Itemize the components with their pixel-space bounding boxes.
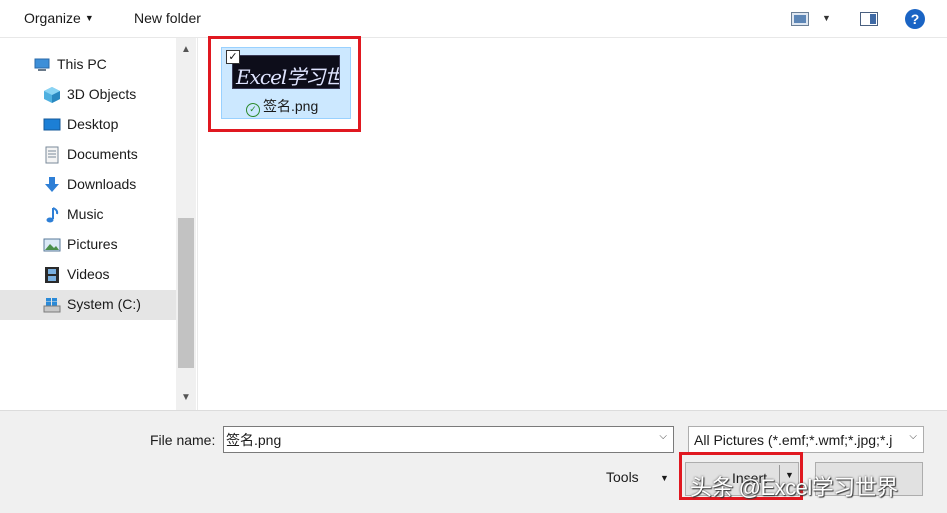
nav-item-label: This PC (57, 56, 107, 72)
organize-label: Organize (24, 10, 81, 26)
scroll-up-icon[interactable]: ▲ (176, 40, 196, 60)
documents-icon (45, 146, 59, 164)
tools-button[interactable]: Tools (606, 469, 639, 485)
nav-item-3d-objects[interactable]: 3D Objects (0, 80, 176, 110)
downloads-icon (45, 177, 59, 192)
nav-item-label: System (C:) (67, 296, 141, 312)
nav-item-documents[interactable]: Documents (0, 140, 176, 170)
nav-item-system-c[interactable]: System (C:) (0, 290, 176, 320)
nav-item-this-pc[interactable]: This PC (0, 50, 176, 80)
nav-item-label: Pictures (67, 236, 118, 252)
scrollbar-thumb[interactable] (178, 218, 194, 368)
file-name-input[interactable] (226, 430, 646, 450)
toolbar: Organize ▼ New folder ▼ ? (0, 0, 947, 38)
nav-item-label: Downloads (67, 176, 137, 192)
this-pc-icon (34, 58, 50, 71)
file-name-field-label: File name: (150, 432, 216, 448)
nav-item-music[interactable]: Music (0, 200, 176, 230)
file-name-combobox[interactable]: ⌵ (223, 426, 674, 453)
nav-item-videos[interactable]: Videos (0, 260, 176, 290)
navigation-pane: This PC 3D Objects Desktop Documents Dow… (0, 38, 176, 410)
new-folder-button[interactable]: New folder (134, 10, 201, 26)
file-type-filter-value: All Pictures (*.emf;*.wmf;*.jpg;*.j (694, 432, 893, 448)
help-icon[interactable]: ? (905, 9, 925, 29)
nav-item-label: 3D Objects (67, 86, 137, 102)
change-view-icon[interactable] (791, 12, 809, 26)
nav-item-desktop[interactable]: Desktop (0, 110, 176, 140)
nav-item-label: Music (67, 206, 104, 222)
scroll-down-icon[interactable]: ▼ (176, 388, 196, 408)
tools-chevron-down-icon[interactable]: ▼ (660, 473, 669, 483)
preview-pane-icon[interactable] (860, 12, 878, 26)
music-icon (46, 207, 59, 223)
nav-item-label: Desktop (67, 116, 119, 132)
nav-item-label: Videos (67, 266, 110, 282)
videos-icon (45, 267, 59, 283)
highlight-box-file (208, 36, 361, 132)
file-type-filter[interactable]: All Pictures (*.emf;*.wmf;*.jpg;*.j ⌵ (688, 426, 924, 453)
chevron-down-icon[interactable]: ⌵ (906, 431, 917, 442)
pictures-icon (43, 238, 61, 252)
nav-scrollbar[interactable]: ▲ ▼ (176, 38, 196, 410)
desktop-icon (43, 118, 61, 131)
chevron-down-icon: ▼ (84, 13, 94, 23)
drive-icon (43, 298, 61, 313)
watermark-text: 头条 @Excel学习世界 (690, 475, 898, 500)
organize-button[interactable]: Organize ▼ (24, 10, 94, 26)
3d-objects-icon (44, 87, 60, 103)
nav-item-pictures[interactable]: Pictures (0, 230, 176, 260)
nav-item-downloads[interactable]: Downloads (0, 170, 176, 200)
view-options-chevron-icon[interactable]: ▼ (822, 13, 831, 23)
nav-item-label: Documents (67, 146, 138, 162)
chevron-down-icon[interactable]: ⌵ (659, 431, 667, 442)
